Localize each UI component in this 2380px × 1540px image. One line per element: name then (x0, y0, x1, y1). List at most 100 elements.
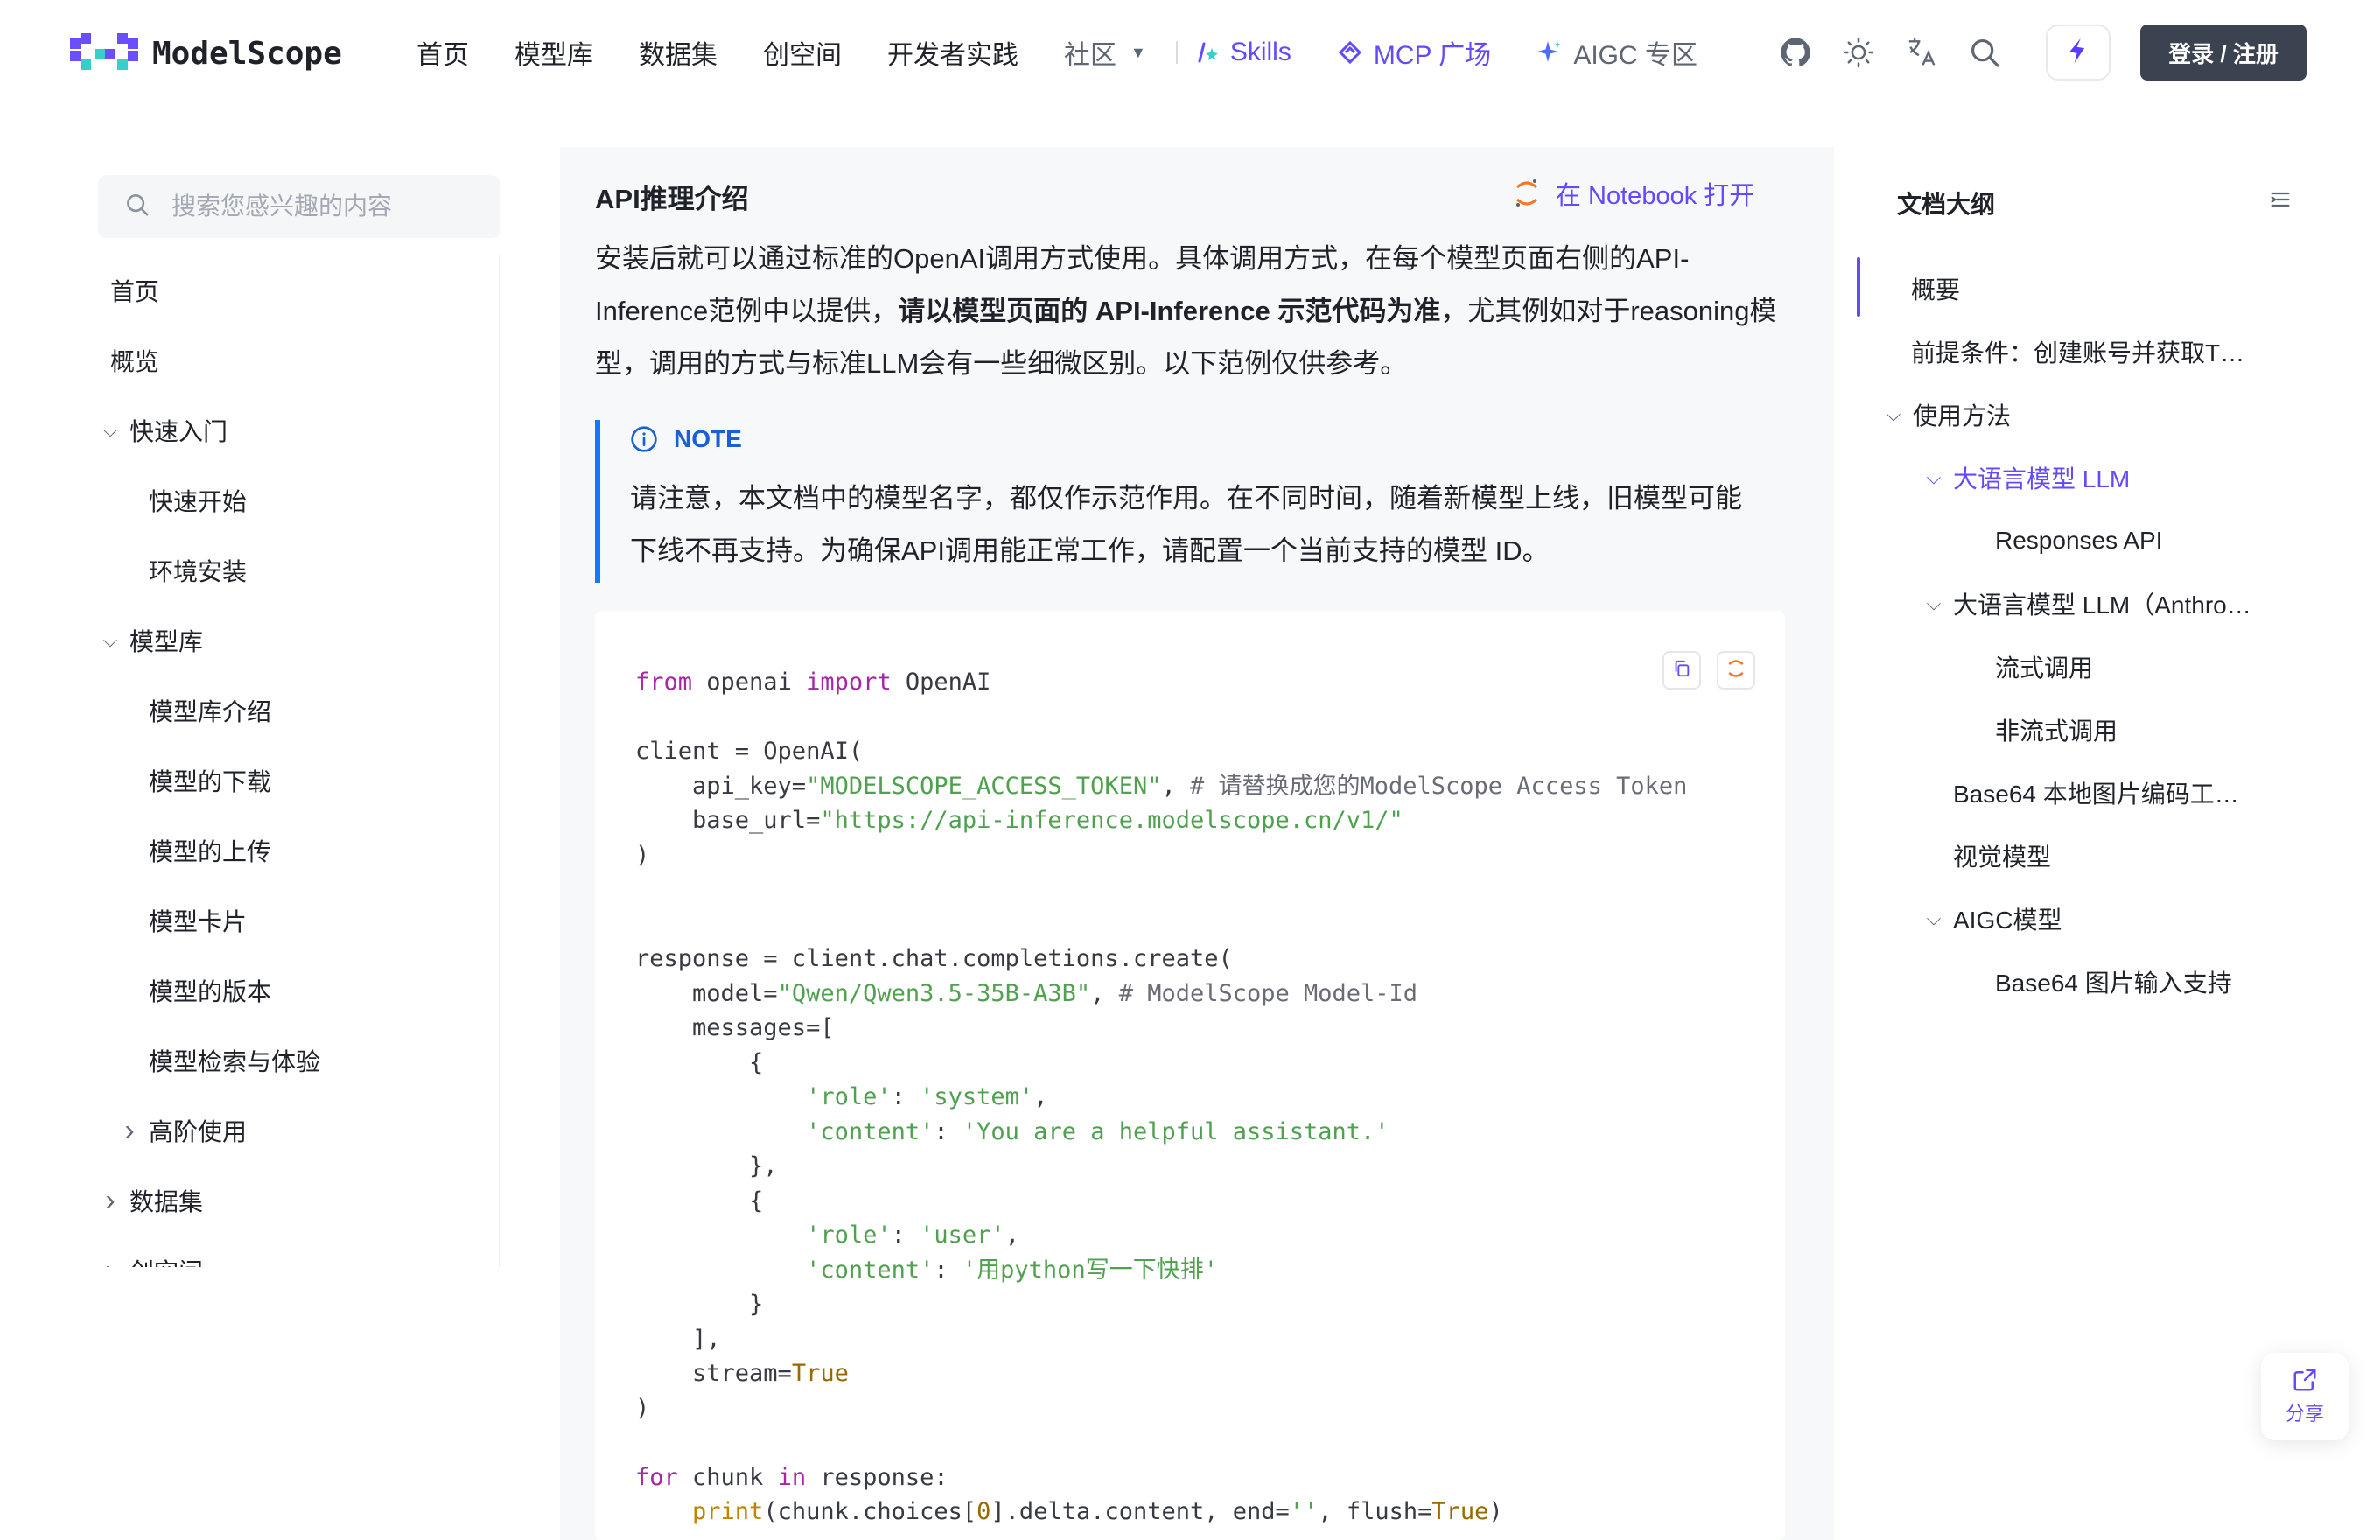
toc-item[interactable]: ⌵ 大语言模型 LLM (1881, 446, 2266, 509)
toc-item-label: 大语言模型 LLM (1953, 466, 2131, 493)
sidebar-item-label: 模型卡片 (149, 908, 248, 935)
ai-assistant-button[interactable] (2046, 24, 2110, 80)
share-label: 分享 (2285, 1403, 2324, 1424)
sidebar-item[interactable]: › 数据集 (98, 1166, 499, 1236)
sidebar-item-label: 模型的上传 (149, 838, 272, 865)
sidebar-item[interactable]: › 创空间 (98, 1236, 499, 1268)
sidebar-item[interactable]: 模型的版本 (98, 956, 499, 1026)
code-content: from openai import OpenAI client = OpenA… (635, 668, 1688, 1525)
doc-search-input[interactable] (172, 192, 486, 220)
sidebar-item[interactable]: 模型的下载 (98, 746, 499, 816)
toc-item-label: Base64 图片输入支持 (1995, 970, 2232, 997)
top-navbar: ModelScope 首页 模型库 数据集 创空间 开发者实践 社区 ▼ Ski… (0, 0, 2380, 105)
sidebar-item-label: 高阶使用 (149, 1118, 248, 1145)
sidebar-item[interactable]: ⌵ 模型库 (98, 606, 499, 676)
sidebar-item-label: 首页 (110, 278, 160, 305)
chevron-right-icon[interactable]: › (98, 1254, 122, 1268)
sidebar-item-label: 模型的版本 (149, 978, 272, 1005)
chevron-down-icon[interactable]: ⌵ (1881, 403, 1906, 426)
sidebar-item-label: 模型库介绍 (149, 698, 272, 725)
chevron-right-icon[interactable]: › (117, 1114, 142, 1148)
sidebar-item[interactable]: 模型检索与体验 (98, 1026, 499, 1096)
intro-paragraph: 安装后就可以通过标准的OpenAI调用方式使用。具体调用方式，在每个模型页面右侧… (595, 233, 1785, 390)
toc-item[interactable]: ⌵ AIGC模型 (1881, 887, 2266, 950)
chevron-right-icon[interactable]: › (98, 1184, 122, 1218)
theme-toggle-icon[interactable] (1838, 32, 1880, 74)
nav-skills-label: Skills (1229, 38, 1292, 66)
toc-item-label: 大语言模型 LLM（Anthro… (1953, 592, 2251, 619)
toc-item[interactable]: 视觉模型 (1881, 824, 2266, 887)
sidebar-item[interactable]: 模型库介绍 (98, 676, 499, 746)
toc-item[interactable]: 流式调用 (1881, 635, 2266, 698)
open-in-notebook-label: 在 Notebook 打开 (1556, 182, 1755, 210)
chevron-down-icon[interactable]: ⌵ (1922, 907, 1946, 930)
nav-mcp-label: MCP 广场 (1373, 41, 1492, 70)
search-icon (124, 192, 150, 222)
nav-mcp[interactable]: MCP 广场 (1337, 33, 1491, 72)
nav-community[interactable]: 社区 ▼ (1064, 33, 1146, 72)
sidebar-item[interactable]: 首页 (98, 256, 499, 326)
sidebar-item-label: 数据集 (130, 1188, 204, 1215)
search-icon[interactable] (1964, 32, 2006, 74)
toolbar-icons (1774, 32, 2026, 74)
main-nav: 首页 模型库 数据集 创空间 开发者实践 社区 ▼ Skills MCP 广场 … (416, 26, 1743, 79)
nav-skills[interactable]: Skills (1197, 38, 1292, 67)
chevron-down-icon[interactable]: ⌵ (98, 629, 122, 652)
nav-aigc-label: AIGC 专区 (1573, 41, 1698, 70)
toc-item-label: AIGC模型 (1953, 906, 2062, 934)
toc-item-label: Responses API (1995, 527, 2163, 554)
login-register-button[interactable]: 登录 / 注册 (2140, 24, 2306, 80)
share-icon (2292, 1367, 2318, 1393)
caret-down-icon: ▼ (1130, 43, 1146, 61)
share-button[interactable]: 分享 (2261, 1353, 2348, 1440)
toc-item-label: Base64 本地图片编码工… (1953, 780, 2239, 808)
toc-item[interactable]: ⌵ 大语言模型 LLM（Anthro… (1881, 572, 2266, 635)
open-in-notebook-link[interactable]: 在 Notebook 打开 (1514, 175, 1754, 212)
sidebar-item[interactable]: 模型卡片 (98, 886, 499, 956)
code-block: from openai import OpenAI client = OpenA… (595, 611, 1785, 1540)
chevron-down-icon[interactable]: ⌵ (1922, 592, 1946, 615)
chevron-down-icon[interactable]: ⌵ (98, 419, 122, 442)
ai-assistant-icon (2063, 36, 2093, 70)
sidebar-item[interactable]: › 高阶使用 (98, 1096, 499, 1166)
nav-models[interactable]: 模型库 (514, 33, 593, 72)
run-in-notebook-button[interactable] (1717, 651, 1755, 690)
toc-item[interactable]: 前提条件：创建账号并获取T… (1881, 320, 2266, 383)
toc-collapse-icon[interactable] (2268, 187, 2292, 212)
toc-item[interactable]: 非流式调用 (1881, 698, 2266, 761)
toc-item-label: 流式调用 (1995, 654, 2094, 682)
language-icon[interactable] (1900, 32, 1942, 74)
toc-item[interactable]: Base64 图片输入支持 (1881, 950, 2266, 1013)
sidebar-item[interactable]: 快速开始 (98, 466, 499, 536)
toc-item[interactable]: ⌵ 使用方法 (1881, 383, 2266, 446)
note-header: NOTE (630, 422, 742, 457)
mcp-icon (1337, 39, 1363, 66)
sidebar-item[interactable]: 模型的上传 (98, 816, 499, 886)
nav-studios[interactable]: 创空间 (763, 33, 842, 72)
sidebar-item[interactable]: 环境安装 (98, 536, 499, 606)
github-icon[interactable] (1774, 32, 1816, 74)
nav-home[interactable]: 首页 (416, 33, 469, 72)
info-icon (630, 425, 658, 453)
note-label: NOTE (674, 425, 742, 452)
toc-item[interactable]: Base64 本地图片编码工… (1881, 761, 2266, 824)
sidebar-item-label: 模型库 (130, 628, 204, 655)
toc-item[interactable]: Responses API (1881, 509, 2266, 572)
note-text: 请注意，本文档中的模型名字，都仅作示范作用。在不同时间，随着新模型上线，旧模型可… (630, 483, 1742, 566)
table-of-contents: 概要 前提条件：创建账号并获取T… ⌵ 使用方法 ⌵ 大语言模型 LLM Responses… (1881, 257, 2266, 1013)
section-title: API推理介绍 (595, 184, 749, 214)
brand-name: ModelScope (152, 35, 342, 72)
toc-item-label: 前提条件：创建账号并获取T… (1911, 340, 2245, 367)
nav-datasets[interactable]: 数据集 (639, 33, 718, 72)
nav-developer[interactable]: 开发者实践 (887, 33, 1018, 72)
sidebar-item[interactable]: ⌵ 快速入门 (98, 396, 499, 466)
sidebar-item[interactable]: 概览 (98, 326, 499, 396)
logo[interactable]: ModelScope (70, 33, 342, 74)
toc-item[interactable]: 概要 (1881, 257, 2266, 320)
nav-aigc[interactable]: AIGC 专区 (1536, 33, 1698, 72)
doc-search[interactable] (98, 175, 500, 238)
skills-icon (1197, 41, 1220, 64)
sparkle-icon (1536, 39, 1563, 66)
chevron-down-icon[interactable]: ⌵ (1922, 466, 1946, 489)
toc-item-label: 概要 (1911, 276, 1961, 304)
